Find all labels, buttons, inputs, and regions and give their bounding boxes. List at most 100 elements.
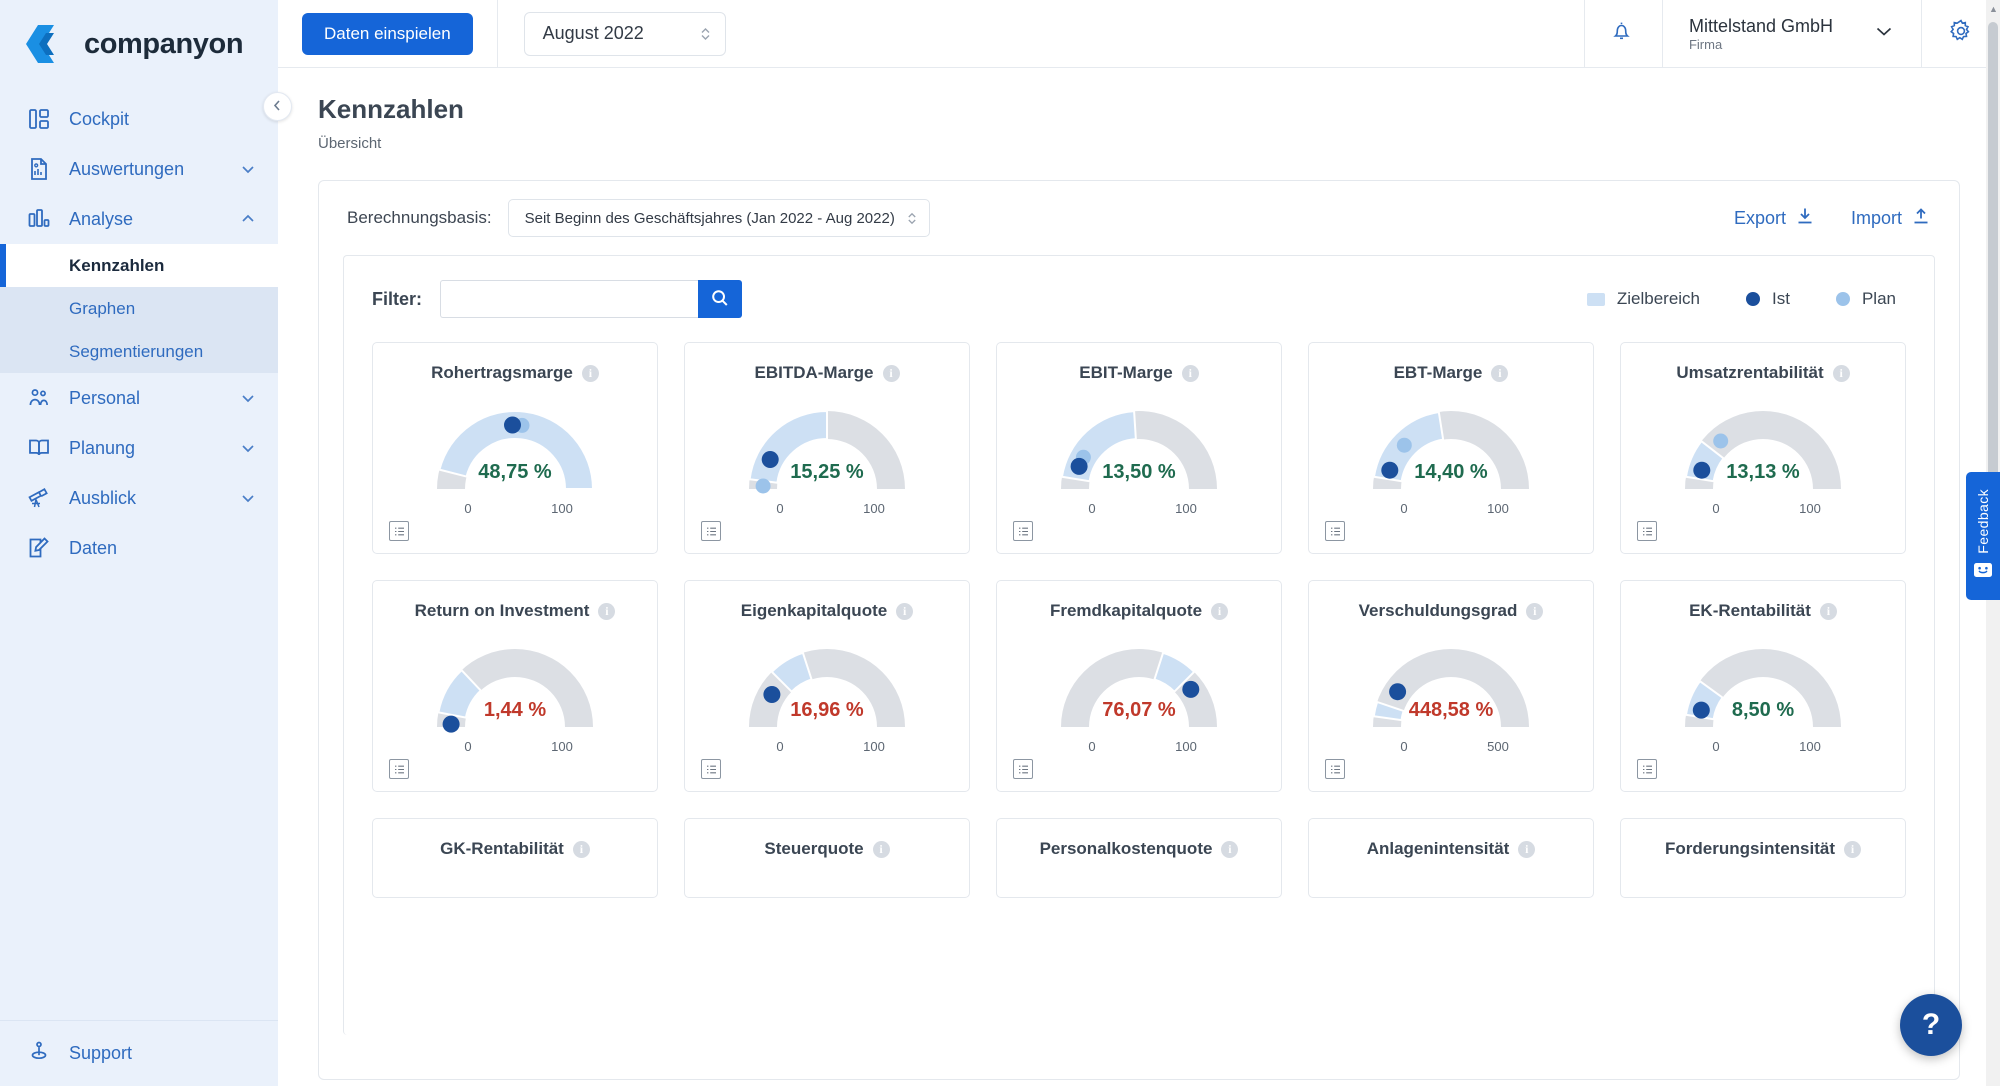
help-button[interactable]: ? — [1900, 994, 1962, 1056]
table-view-icon[interactable] — [1013, 759, 1033, 779]
info-icon[interactable]: i — [1211, 602, 1229, 620]
info-icon[interactable]: i — [872, 840, 890, 858]
sidebar-subitem-label: Kennzahlen — [69, 255, 165, 275]
sidebar-item-kennzahlen[interactable]: Kennzahlen — [0, 244, 278, 287]
filter-input-group — [440, 280, 743, 318]
table-view-icon[interactable] — [389, 759, 409, 779]
sidebar-item-cockpit[interactable]: Cockpit — [0, 94, 278, 144]
chevron-down-icon[interactable] — [240, 161, 256, 177]
kennzahl-title-row: Return on Investment i — [373, 601, 657, 621]
scroll-up-arrow[interactable]: ▲ — [1989, 4, 1998, 14]
berechnungsbasis-select[interactable]: Seit Beginn des Geschäftsjahres (Jan 202… — [507, 199, 930, 237]
info-icon[interactable]: i — [581, 364, 599, 382]
chevron-down-icon[interactable] — [240, 440, 256, 456]
info-icon[interactable]: i — [1832, 364, 1850, 382]
stepper-icon[interactable] — [907, 211, 917, 226]
table-view-icon[interactable] — [701, 759, 721, 779]
info-icon[interactable]: i — [1491, 364, 1509, 382]
sidebar-item-segmentierungen[interactable]: Segmentierungen — [0, 330, 278, 373]
kennzahl-value: 48,75 % — [478, 461, 552, 483]
kennzahl-card[interactable]: Verschuldungsgrad i 448,58 % 0 500 — [1308, 580, 1594, 792]
info-icon[interactable]: i — [1221, 840, 1239, 858]
info-icon[interactable]: i — [1181, 364, 1199, 382]
gauge-tick-min: 0 — [464, 501, 472, 516]
info-icon[interactable]: i — [896, 602, 914, 620]
import-button[interactable]: Import — [1851, 206, 1931, 231]
table-view-icon[interactable] — [1637, 521, 1657, 541]
page-header: Kennzahlen Übersicht — [278, 68, 2000, 152]
kennzahl-card[interactable]: EBT-Marge i 14,40 % 0 100 — [1308, 342, 1594, 554]
info-icon[interactable]: i — [1819, 602, 1837, 620]
company-info: Mittelstand GmbH Firma — [1689, 15, 1833, 53]
table-view-icon[interactable] — [701, 521, 721, 541]
kennzahl-card[interactable]: EBIT-Marge i 13,50 % 0 100 — [996, 342, 1282, 554]
sidebar-item-planung[interactable]: Planung — [0, 423, 278, 473]
table-view-icon[interactable] — [389, 521, 409, 541]
gauge-tick-min: 0 — [1088, 501, 1096, 516]
sidebar-item-personal[interactable]: Personal — [0, 373, 278, 423]
top-bar: Daten einspielen August 2022 Mittelstand… — [278, 0, 2000, 68]
import-label: Import — [1850, 207, 1902, 228]
brand-logo[interactable]: companyon — [0, 0, 278, 88]
export-button[interactable]: Export — [1734, 206, 1815, 231]
kennzahl-card[interactable]: Rohertragsmarge i 48,75 % 0 100 — [372, 342, 658, 554]
feedback-tab[interactable]: Feedback — [1966, 472, 2000, 600]
table-view-icon[interactable] — [1637, 759, 1657, 779]
info-icon[interactable]: i — [598, 602, 616, 620]
kennzahl-card[interactable]: Personalkostenquote i — [996, 818, 1282, 898]
chevron-down-icon[interactable] — [240, 390, 256, 406]
gauge-scale: 0 100 — [1621, 739, 1905, 754]
table-view-icon[interactable] — [1013, 521, 1033, 541]
sidebar-collapse-button[interactable] — [263, 92, 292, 121]
daten-einspielen-button[interactable]: Daten einspielen — [302, 12, 473, 55]
kennzahl-card[interactable]: Steuerquote i — [684, 818, 970, 898]
sidebar-item-auswertungen[interactable]: Auswertungen — [0, 144, 278, 194]
sidebar-item-graphen[interactable]: Graphen — [0, 287, 278, 330]
notifications-button[interactable] — [1583, 0, 1662, 68]
filter-input[interactable] — [440, 280, 699, 318]
sidebar-item-analyse[interactable]: Analyse — [0, 194, 278, 244]
info-icon[interactable]: i — [882, 364, 900, 382]
sidebar-item-ausblick[interactable]: Ausblick — [0, 473, 278, 523]
table-view-icon[interactable] — [1325, 759, 1345, 779]
kennzahl-card[interactable]: Anlagenintensität i — [1308, 818, 1594, 898]
kennzahl-card[interactable]: Forderungsintensität i — [1620, 818, 1906, 898]
gauge-tick-max: 100 — [551, 739, 573, 754]
info-icon[interactable]: i — [1518, 840, 1536, 858]
gauge-scale: 0 100 — [1309, 501, 1593, 516]
info-icon[interactable]: i — [1844, 840, 1861, 858]
kennzahl-title: EBIT-Marge — [1079, 363, 1173, 382]
legend-item-ist: Ist — [1746, 289, 1790, 309]
filter-search-button[interactable] — [698, 280, 743, 318]
gauge-tick-max: 100 — [551, 501, 573, 516]
bell-icon — [1609, 19, 1634, 49]
berechnungsbasis-value: Seit Beginn des Geschäftsjahres (Jan 202… — [524, 209, 895, 227]
legend-swatch-zielbereich — [1586, 292, 1605, 306]
kennzahl-card[interactable]: GK-Rentabilität i — [372, 818, 658, 898]
filter-label: Filter: — [372, 288, 423, 309]
sidebar-item-daten[interactable]: Daten — [0, 523, 278, 573]
gauge-scale: 0 100 — [997, 501, 1281, 516]
chevron-up-icon[interactable] — [240, 211, 256, 227]
chevron-down-icon[interactable] — [1873, 20, 1895, 47]
kennzahl-card[interactable]: Return on Investment i 1,44 % 0 100 — [372, 580, 658, 792]
kennzahlen-inner-card: Filter: Zielbereich Ist Plan Rohertragsm… — [343, 255, 1935, 1035]
gauge-tick-min: 0 — [1712, 501, 1720, 516]
kennzahl-card[interactable]: Eigenkapitalquote i 16,96 % 0 100 — [684, 580, 970, 792]
kennzahl-card[interactable]: Umsatzrentabilität i 13,13 % 0 100 — [1620, 342, 1906, 554]
info-icon[interactable]: i — [1526, 602, 1544, 620]
kennzahl-title-row: EBT-Marge i — [1309, 363, 1593, 383]
kennzahl-title-row: Forderungsintensität i — [1621, 839, 1905, 859]
kennzahl-card[interactable]: Fremdkapitalquote i 76,07 % 0 100 — [996, 580, 1282, 792]
info-icon[interactable]: i — [572, 840, 590, 858]
kennzahl-title-row: Personalkostenquote i — [997, 839, 1281, 859]
kennzahl-title-row: Steuerquote i — [685, 839, 969, 859]
table-view-icon[interactable] — [1325, 521, 1345, 541]
sidebar-item-support[interactable]: Support — [0, 1020, 278, 1086]
company-selector[interactable]: Mittelstand GmbH Firma — [1661, 0, 1921, 68]
kennzahl-card[interactable]: EK-Rentabilität i 8,50 % 0 100 — [1620, 580, 1906, 792]
chevron-down-icon[interactable] — [240, 490, 256, 506]
period-select[interactable]: August 2022 — [523, 11, 726, 56]
stepper-icon[interactable] — [700, 26, 711, 42]
kennzahl-card[interactable]: EBITDA-Marge i 15,25 % 0 100 — [684, 342, 970, 554]
